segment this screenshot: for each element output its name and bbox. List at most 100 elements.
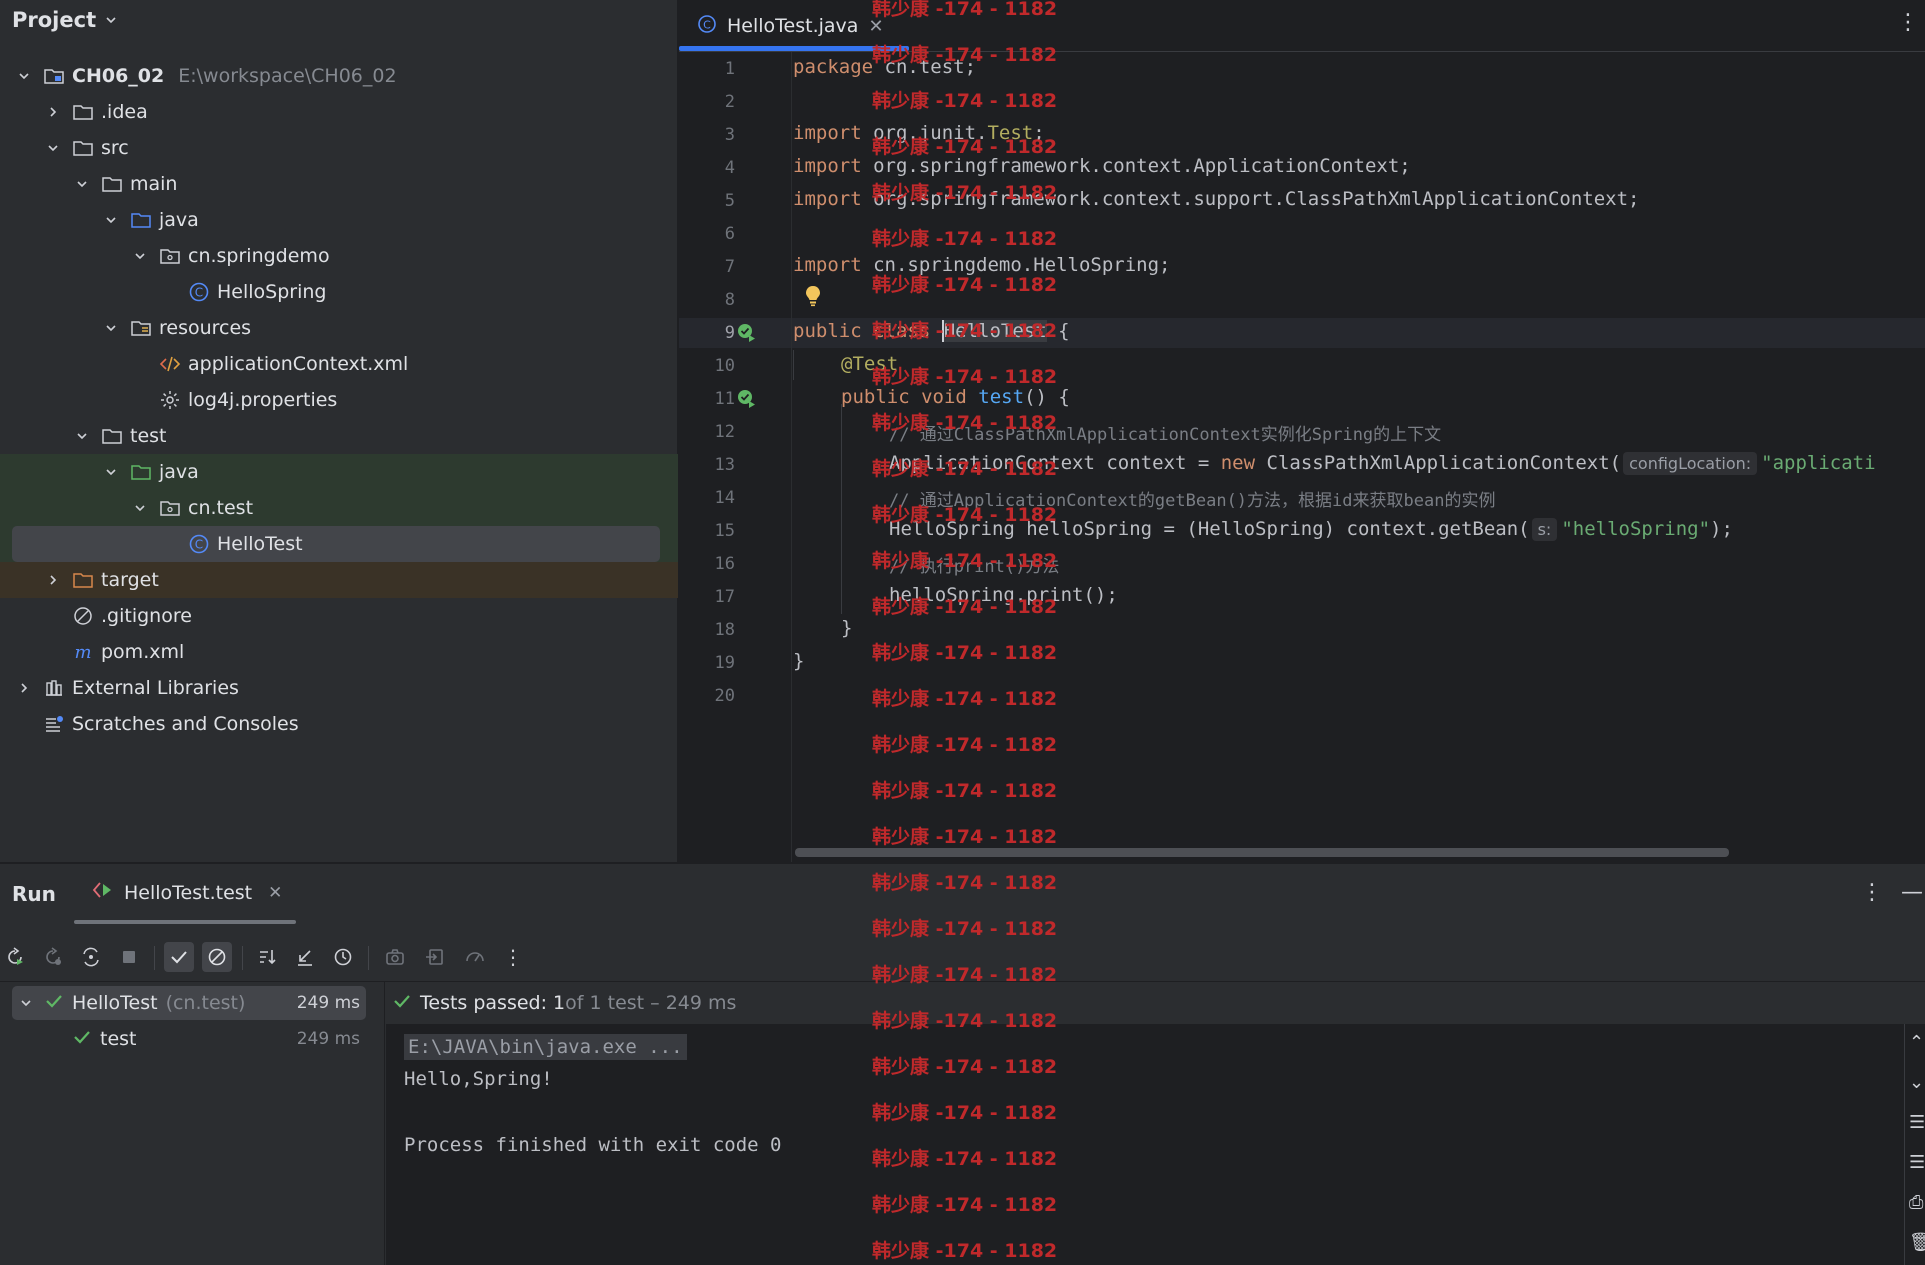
- editor-tab-hellotest[interactable]: C HelloTest.java ✕: [697, 8, 884, 44]
- tree-item[interactable]: log4j.properties: [0, 382, 678, 418]
- run-tab-hellotest-test[interactable]: HelloTest.test ✕: [92, 880, 282, 905]
- chevron-down-icon[interactable]: [74, 176, 90, 192]
- tree-item[interactable]: java: [0, 454, 678, 490]
- console-command-line[interactable]: E:\JAVA\bin\java.exe ...: [404, 1034, 687, 1060]
- tree-item[interactable]: C HelloTest: [0, 526, 678, 562]
- line-number: 15: [714, 521, 735, 541]
- coverage-icon[interactable]: [460, 942, 490, 972]
- close-icon[interactable]: ✕: [268, 883, 282, 903]
- tree-item[interactable]: resources: [0, 310, 678, 346]
- tree-item-label: HelloTest: [217, 533, 303, 555]
- tree-item[interactable]: CH06_02 E:\workspace\CH06_02: [0, 58, 678, 94]
- tree-item[interactable]: cn.test: [0, 490, 678, 526]
- line-number: 1: [724, 59, 735, 79]
- test-case-row[interactable]: test 249 ms: [12, 1022, 366, 1056]
- tree-item-label: test: [130, 425, 167, 447]
- line-number: 20: [714, 686, 735, 706]
- chevron-right-icon[interactable]: [45, 572, 61, 588]
- chevron-down-icon[interactable]: [74, 428, 90, 444]
- tree-item[interactable]: External Libraries: [0, 670, 678, 706]
- editor-tab-bar: C HelloTest.java ✕ ⋮: [679, 0, 1925, 52]
- folder-icon: [71, 101, 95, 123]
- code-line-1: package cn.test;: [793, 56, 976, 78]
- tree-item-label: Scratches and Consoles: [72, 713, 299, 735]
- history-icon[interactable]: [328, 942, 358, 972]
- tree-item[interactable]: main: [0, 166, 678, 202]
- horizontal-scrollbar[interactable]: [795, 848, 1729, 857]
- source-folder-icon: [129, 209, 153, 231]
- console-output[interactable]: Tests passed: 1 of 1 test – 249 ms E:\JA…: [386, 982, 1925, 1265]
- test-suite-row[interactable]: HelloTest (cn.test) 249 ms: [12, 986, 366, 1020]
- tree-item-label: HelloSpring: [217, 281, 327, 303]
- tree-item[interactable]: applicationContext.xml: [0, 346, 678, 382]
- more-options-icon[interactable]: ⋮: [1897, 10, 1919, 35]
- code-line-11: public void test() {: [841, 386, 1070, 408]
- line-number: 2: [724, 92, 735, 112]
- chevron-down-icon[interactable]: [132, 500, 148, 516]
- tree-item-label: .idea: [101, 101, 148, 123]
- stop-icon[interactable]: [114, 942, 144, 972]
- sort-icon[interactable]: [252, 942, 282, 972]
- console-output-line: Process finished with exit code 0: [404, 1134, 782, 1156]
- more-options-icon[interactable]: ⋮: [498, 942, 528, 972]
- svg-text:m: m: [74, 642, 91, 663]
- lightbulb-icon[interactable]: [803, 284, 823, 312]
- code-editor[interactable]: C HelloTest.java ✕ ⋮ 1 2 3 4 5 6 7 8 9 10 11 12 13 14…: [679, 0, 1925, 862]
- tree-item[interactable]: .gitignore: [0, 598, 678, 634]
- code-token: cn.springdemo.HelloSpring;: [861, 254, 1171, 276]
- code-token: ;: [1033, 122, 1045, 144]
- tree-item-path: E:\workspace\CH06_02: [178, 65, 397, 87]
- clear-icon[interactable]: 🗑: [1909, 1232, 1925, 1265]
- tree-item[interactable]: C HelloSpring: [0, 274, 678, 310]
- print-icon[interactable]: ⎙: [1909, 1192, 1925, 1232]
- chevron-down-icon[interactable]: [16, 68, 32, 84]
- package-icon: [158, 497, 182, 519]
- chevron-down-icon[interactable]: [103, 320, 119, 336]
- run-panel-title: Run: [12, 882, 56, 906]
- run-test-icon[interactable]: [736, 388, 756, 408]
- tree-item[interactable]: src: [0, 130, 678, 166]
- code-line-5: import org.springframework.context.suppo…: [793, 188, 1640, 210]
- show-ignored-icon[interactable]: [202, 942, 232, 972]
- package-icon: [158, 245, 182, 267]
- chevron-down-icon[interactable]: [45, 140, 61, 156]
- chevron-down-icon[interactable]: [103, 212, 119, 228]
- tree-item[interactable]: java: [0, 202, 678, 238]
- resources-folder-icon: [129, 317, 153, 339]
- tree-item[interactable]: test: [0, 418, 678, 454]
- chevron-down-icon[interactable]: [103, 464, 119, 480]
- rerun-failed-icon[interactable]: [38, 942, 68, 972]
- code-line-16: // 执行print()方法: [889, 557, 1060, 577]
- more-options-icon[interactable]: ⋮: [1861, 880, 1883, 905]
- camera-icon[interactable]: [380, 942, 410, 972]
- project-panel-title[interactable]: Project: [12, 8, 118, 32]
- run-test-icon[interactable]: [736, 322, 756, 342]
- tree-item-label: pom.xml: [101, 641, 185, 663]
- scroll-to-end-icon[interactable]: ☰: [1909, 1152, 1925, 1192]
- rerun-icon[interactable]: [0, 942, 30, 972]
- folder-icon: [100, 425, 124, 447]
- toggle-auto-test-icon[interactable]: [76, 942, 106, 972]
- tree-item-label: CH06_02: [72, 65, 165, 87]
- line-number: 14: [714, 488, 735, 508]
- line-number: 3: [724, 125, 735, 145]
- scroll-up-icon[interactable]: ⌃: [1909, 1032, 1925, 1072]
- minimize-icon[interactable]: —: [1901, 880, 1923, 905]
- tree-item[interactable]: m pom.xml: [0, 634, 678, 670]
- collapse-all-icon[interactable]: [290, 942, 320, 972]
- tree-item[interactable]: .idea: [0, 94, 678, 130]
- close-icon[interactable]: ✕: [868, 16, 883, 37]
- soft-wrap-icon[interactable]: ☰: [1909, 1112, 1925, 1152]
- chevron-right-icon[interactable]: [45, 104, 61, 120]
- scroll-down-icon[interactable]: ⌄: [1909, 1072, 1925, 1112]
- show-passed-icon[interactable]: [164, 942, 194, 972]
- test-status-detail: of 1 test – 249 ms: [565, 992, 737, 1014]
- chevron-right-icon[interactable]: [16, 680, 32, 696]
- gitignore-icon: [71, 605, 95, 627]
- tree-item[interactable]: Scratches and Consoles: [0, 706, 678, 742]
- chevron-down-icon[interactable]: [132, 248, 148, 264]
- import-icon[interactable]: [420, 942, 450, 972]
- tree-item[interactable]: cn.springdemo: [0, 238, 678, 274]
- tree-item[interactable]: target: [0, 562, 678, 598]
- folder-icon: [100, 173, 124, 195]
